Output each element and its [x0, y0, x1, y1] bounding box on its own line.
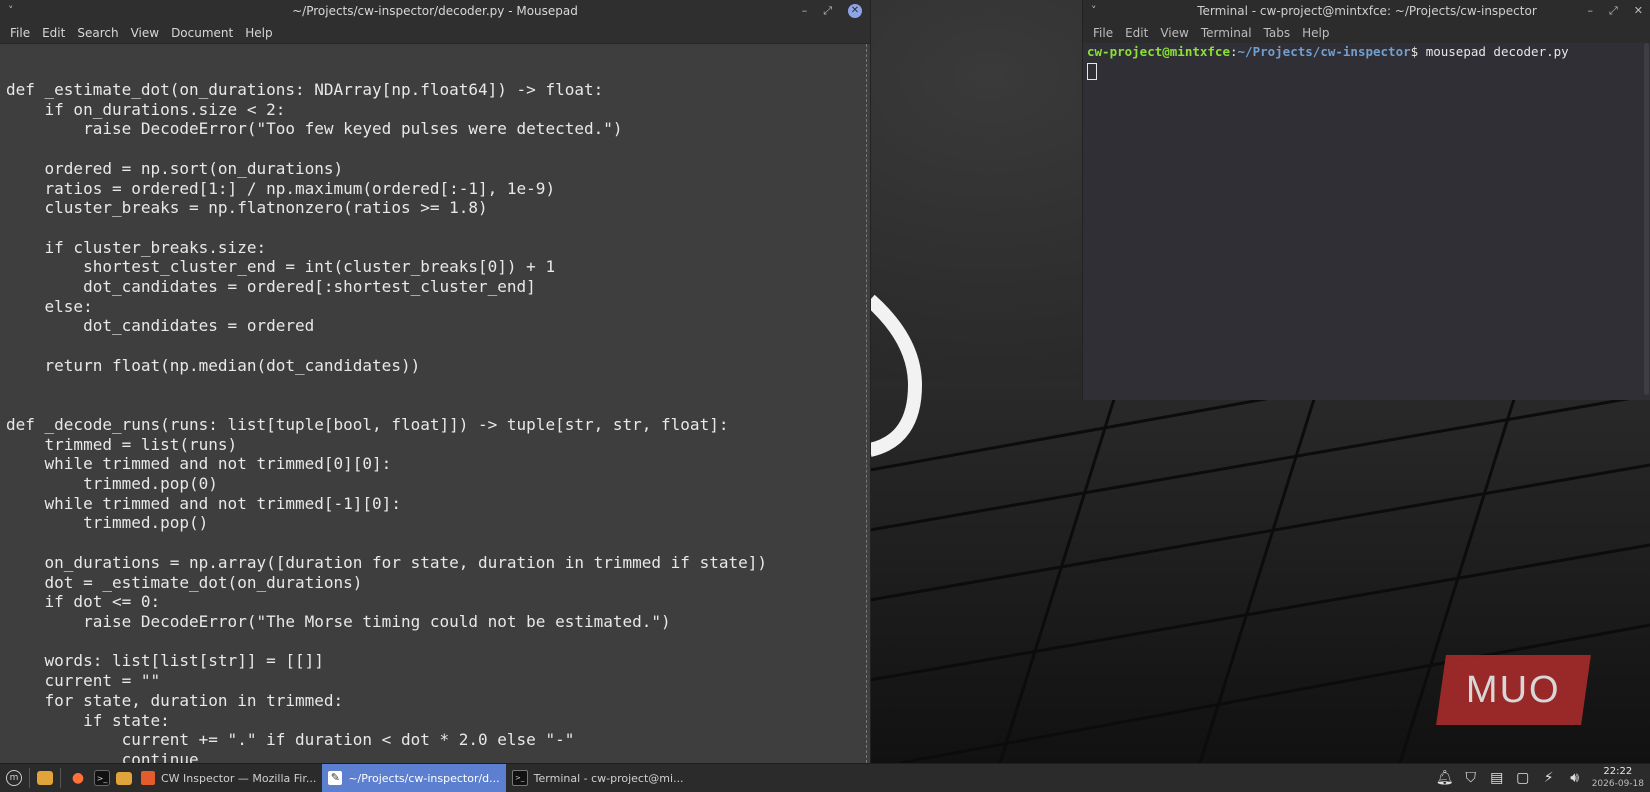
window-icon[interactable]: ▢	[1514, 769, 1532, 787]
code-text[interactable]: def _estimate_dot(on_durations: NDArray[…	[0, 80, 767, 763]
taskbar: m ● >_ CW Inspector — Mozilla Fir... ✎ ~…	[0, 763, 1650, 792]
divider	[29, 768, 30, 788]
task-terminal[interactable]: >_ Terminal - cw-project@mi...	[506, 764, 690, 792]
menu-file[interactable]: File	[1087, 26, 1119, 40]
mousepad-menubar: File Edit Search View Document Help	[0, 22, 870, 44]
clock-date: 2026-09-18	[1591, 779, 1644, 789]
prompt-symbol: $	[1410, 44, 1419, 59]
files-icon[interactable]	[37, 771, 53, 785]
maximize-icon[interactable]: ⤢	[823, 0, 832, 22]
task-label: CW Inspector — Mozilla Fir...	[161, 771, 317, 785]
minimize-icon[interactable]: –	[1587, 0, 1593, 22]
terminal-menubar: File Edit View Terminal Tabs Help	[1083, 22, 1650, 43]
mint-menu-icon[interactable]: m	[6, 770, 22, 786]
clock-time: 22:22	[1603, 766, 1633, 777]
terminal-icon: >_	[511, 770, 528, 786]
system-tray: 🔔︎ ⛉ ▤ ▢ ⚡ 🔊︎ 22:22 2026-09-18	[1436, 766, 1650, 790]
code-editor[interactable]: def _estimate_dot(on_durations: NDArray[…	[0, 44, 867, 763]
terminal-launcher-icon[interactable]: >_	[94, 770, 110, 786]
menu-help[interactable]: Help	[239, 26, 278, 40]
window-menu-icon[interactable]: ˅	[1091, 0, 1097, 22]
watermark-text: MUO	[1466, 668, 1561, 711]
prompt-user: cw-project@mintxfce	[1087, 44, 1230, 59]
mousepad-icon: ✎	[328, 771, 343, 785]
bell-icon[interactable]: 🔔︎	[1436, 769, 1454, 787]
volume-icon[interactable]: 🔊︎	[1566, 769, 1584, 787]
minimize-icon[interactable]: –	[802, 0, 808, 22]
prompt-line: cw-project@mintxfce:~/Projects/cw-inspec…	[1087, 44, 1569, 59]
menu-tabs[interactable]: Tabs	[1258, 26, 1297, 40]
power-icon[interactable]: ⚡	[1540, 769, 1558, 787]
shield-icon[interactable]: ⛉	[1462, 769, 1480, 787]
maximize-icon[interactable]: ⤢	[1609, 0, 1618, 22]
divider	[60, 768, 61, 788]
menu-file[interactable]: File	[4, 26, 36, 40]
terminal-output[interactable]: cw-project@mintxfce:~/Projects/cw-inspec…	[1083, 43, 1643, 400]
terminal-command: mousepad decoder.py	[1425, 44, 1569, 59]
window-menu-icon[interactable]: ˅	[8, 0, 14, 22]
terminal-title: Terminal - cw-project@mintxfce: ~/Projec…	[1197, 4, 1537, 18]
firefox-launcher-icon[interactable]: ●	[68, 768, 88, 788]
close-icon[interactable]: ✕	[1634, 0, 1643, 22]
menu-view[interactable]: View	[1154, 26, 1194, 40]
task-label: Terminal - cw-project@mi...	[533, 771, 684, 785]
menu-edit[interactable]: Edit	[36, 26, 71, 40]
menu-terminal[interactable]: Terminal	[1195, 26, 1258, 40]
firefox-icon	[141, 771, 155, 785]
terminal-titlebar[interactable]: ˅ Terminal - cw-project@mintxfce: ~/Proj…	[1083, 0, 1650, 22]
mousepad-titlebar[interactable]: ˅ ~/Projects/cw-inspector/decoder.py - M…	[0, 0, 870, 22]
close-icon[interactable]: ✕	[848, 4, 862, 18]
terminal-cursor	[1087, 63, 1097, 80]
task-mousepad[interactable]: ✎ ~/Projects/cw-inspector/d...	[322, 764, 506, 792]
folder-icon[interactable]	[116, 771, 132, 785]
clock[interactable]: 22:22 2026-09-18	[1592, 766, 1644, 790]
menu-help[interactable]: Help	[1296, 26, 1335, 40]
task-label: ~/Projects/cw-inspector/d...	[348, 771, 500, 785]
clipboard-icon[interactable]: ▤	[1488, 769, 1506, 787]
muo-watermark: MUO	[1436, 655, 1591, 725]
menu-document[interactable]: Document	[165, 26, 239, 40]
terminal-window: ˅ Terminal - cw-project@mintxfce: ~/Proj…	[1082, 0, 1650, 400]
menu-view[interactable]: View	[125, 26, 165, 40]
mousepad-window: ˅ ~/Projects/cw-inspector/decoder.py - M…	[0, 0, 871, 763]
menu-edit[interactable]: Edit	[1119, 26, 1154, 40]
terminal-scrollbar[interactable]	[1644, 43, 1649, 395]
menu-search[interactable]: Search	[71, 26, 124, 40]
prompt-path: ~/Projects/cw-inspector	[1237, 44, 1411, 59]
task-firefox[interactable]: CW Inspector — Mozilla Fir...	[135, 764, 322, 792]
mousepad-title: ~/Projects/cw-inspector/decoder.py - Mou…	[292, 4, 578, 18]
